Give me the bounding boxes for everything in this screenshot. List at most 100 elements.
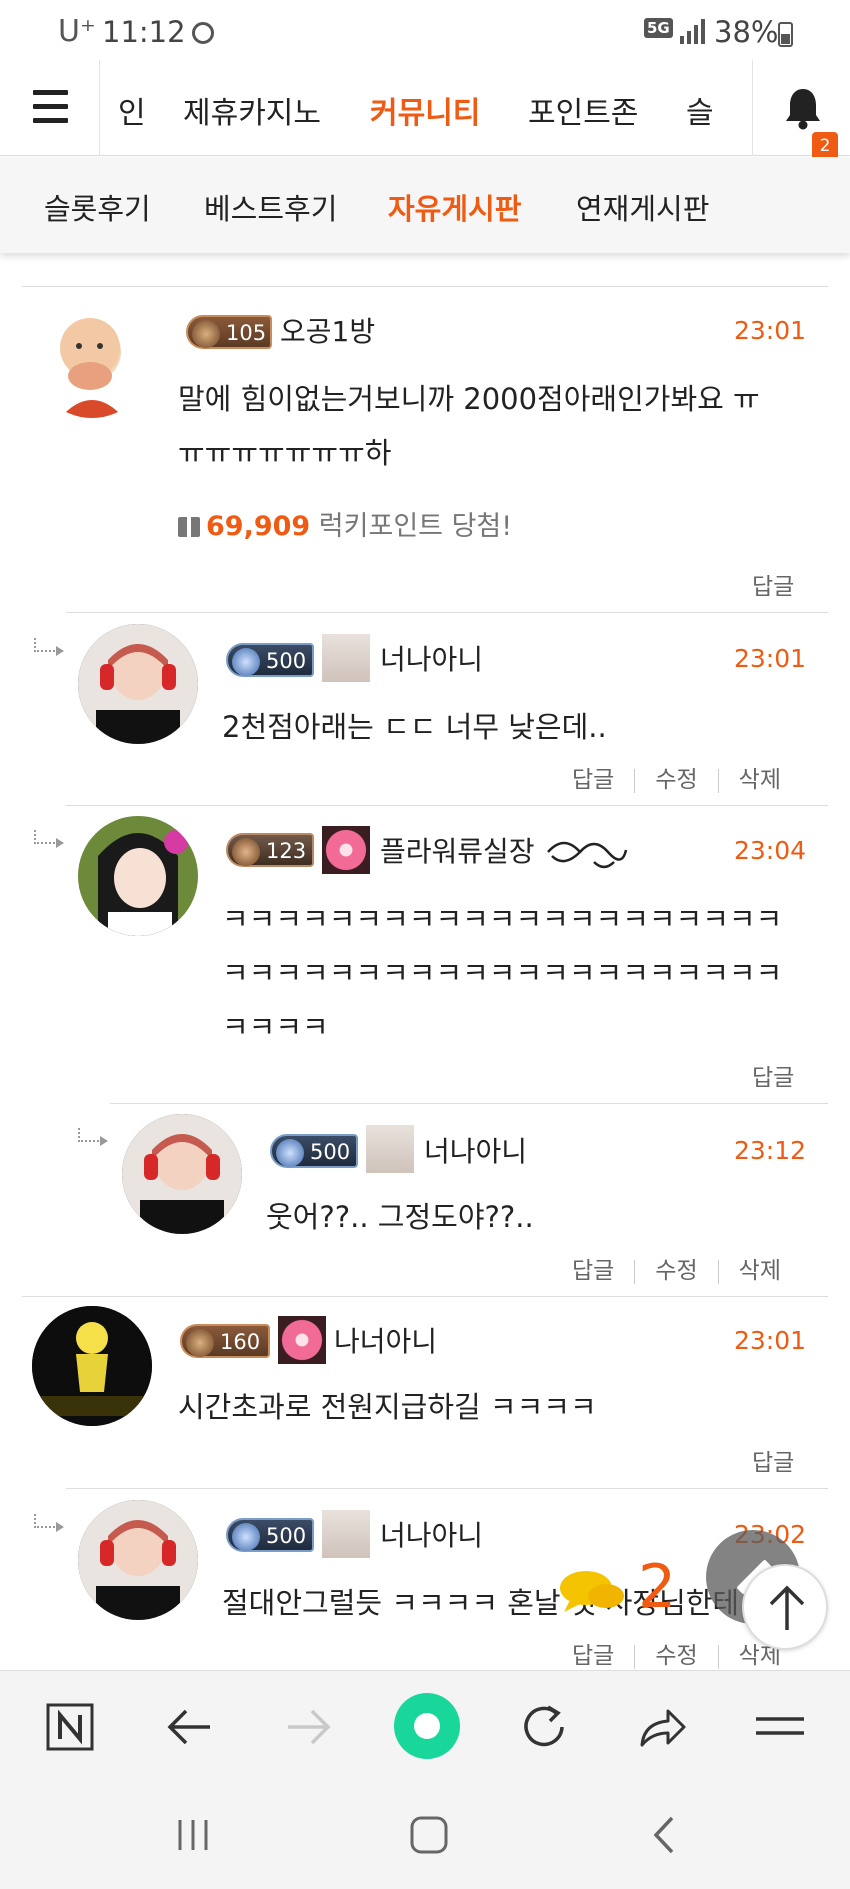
nickname[interactable]: 오공1방 [280,310,375,350]
avatar[interactable] [32,1306,152,1426]
nickname[interactable]: 너나아니 [424,1130,527,1170]
refresh-icon[interactable] [516,1699,572,1755]
level-value: 105 [226,321,267,345]
comment-time: 23:01 [734,644,807,673]
lucky-points-label: 럭키포인트 당첨! [318,511,513,542]
level-badge: 500 [226,643,314,677]
comment-text: 2천점아래는 ㄷㄷ 너무 낮은데.. [222,710,607,744]
edit-button[interactable]: 수정 [655,1643,697,1669]
profile-mini-image [322,1510,370,1558]
back-icon[interactable] [162,1699,218,1755]
avatar-image [78,624,198,744]
tab-best-review[interactable]: 베스트후기 [204,186,337,228]
avatar[interactable] [78,624,198,744]
divider [22,286,828,287]
comment-bubble-icon[interactable] [556,1566,626,1616]
delete-button[interactable]: 삭제 [739,1258,781,1284]
share-icon[interactable] [634,1699,690,1755]
level-badge: 123 [226,833,314,867]
avatar-image [78,1500,198,1620]
comment-text: ㅋㅋㅋㅋㅋㅋㅋㅋㅋㅋㅋㅋㅋㅋㅋㅋㅋㅋㅋㅋㅋ ㅋㅋㅋㅋㅋㅋㅋㅋㅋㅋㅋㅋㅋㅋㅋㅋㅋㅋ… [222,892,802,1054]
profile-mini-image [322,634,370,682]
tab-free-board[interactable]: 자유게시판 [388,186,521,228]
edit-button[interactable]: 수정 [655,767,697,793]
divider [110,1103,828,1104]
nav-item-partial[interactable]: 인 [118,88,146,132]
avatar[interactable] [32,298,152,418]
comment-text-line: ㅋㅋㅋㅋ [222,1010,329,1044]
tab-slot-review[interactable]: 슬롯후기 [44,186,151,228]
nav-item-point-zone[interactable]: 포인트존 [528,88,638,132]
nickname[interactable]: 나너아니 [334,1320,437,1360]
level-value: 500 [266,1524,307,1548]
system-back-icon[interactable] [640,1812,690,1858]
reply-arrow-icon [34,638,64,656]
nav-item-slot-partial[interactable]: 슬 [686,88,714,132]
level-value: 500 [310,1140,351,1164]
comment-time: 23:12 [734,1136,807,1165]
divider [66,612,828,613]
comment-text: 말에 힘이없는거보니까 2000점아래인가봐요 ㅠ ㅠㅠㅠㅠㅠㅠㅠ하 [178,372,798,480]
reply-button[interactable]: 답글 [752,1443,794,1477]
nav-item-community[interactable]: 커뮤니티 [370,88,480,132]
avatar[interactable] [122,1114,242,1234]
hamburger-icon[interactable] [0,60,100,156]
home-icon[interactable] [404,1812,454,1858]
network-5g-icon: 5G [644,18,673,38]
level-value: 500 [266,649,307,673]
comment-text-line: ㅠㅠㅠㅠㅠㅠㅠ하 [178,436,392,470]
scroll-top-button[interactable] [742,1564,828,1650]
status-time: 11:12 [102,15,186,49]
system-navigation [0,1782,850,1889]
comment-text: 웃어??.. 그정도야??.. [266,1200,534,1234]
reply-arrow-icon [34,1514,64,1532]
nav-item-partner-casino[interactable]: 제휴카지노 [183,88,321,132]
level-badge: 500 [270,1134,358,1168]
profile-mini-image [366,1125,414,1173]
delete-button[interactable]: 삭제 [739,767,781,793]
level-badge: 160 [180,1324,270,1358]
forward-icon[interactable] [280,1699,336,1755]
comment-text-line: ㅋㅋㅋㅋㅋㅋㅋㅋㅋㅋㅋㅋㅋㅋㅋㅋㅋㅋㅋㅋㅋ [222,902,783,936]
reply-arrow-icon [78,1128,108,1146]
comment-time: 23:01 [734,316,807,345]
top-nav: 인 제휴카지노 커뮤니티 포인트존 슬 2 [0,60,850,160]
divider [66,805,828,806]
comment-actions: 답글 수정 삭제 [572,760,781,794]
edit-button[interactable]: 수정 [655,1258,697,1284]
comment-time: 23:01 [734,1326,807,1355]
menu-lines-icon[interactable] [752,1699,808,1755]
reply-button[interactable]: 답글 [572,1258,614,1284]
reply-button[interactable]: 답글 [572,1643,614,1669]
avatar-image [122,1114,242,1234]
nickname[interactable]: 플라워류실장 [380,830,535,870]
level-badge: 105 [186,315,272,349]
comment-time: 23:04 [734,836,807,865]
battery-icon [778,22,793,47]
avatar-image [60,318,124,418]
recents-icon[interactable] [168,1812,218,1858]
ornament-icon [547,841,628,869]
n-home-icon[interactable] [42,1699,98,1755]
nickname[interactable]: 너나아니 [380,1514,483,1554]
home-circle-icon[interactable] [392,1691,462,1761]
divider [66,1488,828,1489]
carrier-label: U⁺ [58,14,96,49]
reply-button[interactable]: 답글 [752,1058,794,1092]
alarm-icon [192,22,214,44]
lucky-points-value: 69,909 [206,511,311,542]
flower-icon [322,826,370,874]
reply-button[interactable]: 답글 [572,767,614,793]
avatar[interactable] [78,816,198,936]
comment-text-line: ㅋㅋㅋㅋㅋㅋㅋㅋㅋㅋㅋㅋㅋㅋㅋㅋㅋㅋㅋㅋㅋ [222,956,783,990]
comment-text-line: 말에 힘이없는거보니까 2000점아래인가봐요 ㅠ [178,382,760,416]
nickname[interactable]: 너나아니 [380,638,483,678]
flower-icon [278,1316,326,1364]
sub-nav: 슬롯후기 베스트후기 자유게시판 연재게시판 [0,157,850,253]
reply-button[interactable]: 답글 [752,567,794,601]
tab-serial-board[interactable]: 연재게시판 [576,186,709,228]
avatar[interactable] [78,1500,198,1620]
level-badge: 500 [226,1518,314,1552]
comment-text: 시간초과로 전원지급하길 ㅋㅋㅋㅋ [178,1390,597,1424]
gift-icon [178,517,200,537]
